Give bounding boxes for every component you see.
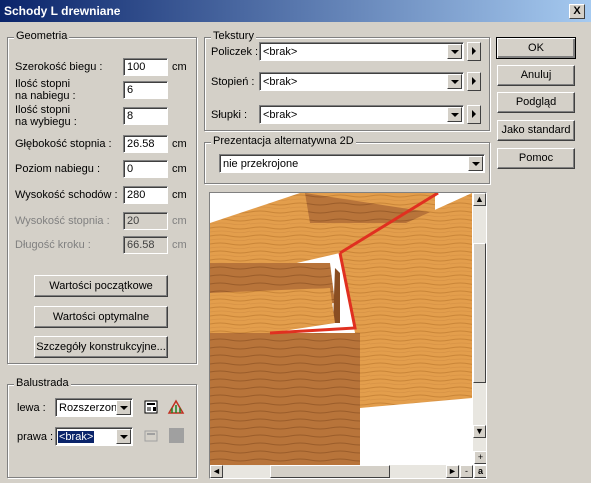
balustrada-left-label: lewa :	[17, 402, 46, 414]
texture-value: <brak>	[263, 76, 298, 88]
texture-value: <brak>	[263, 46, 298, 58]
cancel-button[interactable]: Anuluj	[497, 65, 575, 86]
railing-view-icon[interactable]	[167, 398, 185, 416]
tekstury-legend: Tekstury	[211, 30, 256, 42]
geometry-label: Ilość stopni na wybiegu :	[15, 104, 77, 128]
chevron-down-icon[interactable]	[468, 156, 483, 171]
unit-label: cm	[172, 215, 187, 227]
prezentacja-legend: Prezentacja alternatywna 2D	[211, 135, 356, 147]
balustrada-right-value: <brak>	[58, 431, 95, 443]
preview-horizontal-scrollbar[interactable]: ◄ ►	[210, 465, 466, 478]
chevron-down-icon[interactable]	[116, 400, 131, 415]
unit-label: cm	[172, 239, 187, 251]
geometry-value-field[interactable]: 26.58	[123, 135, 168, 153]
dialog-body: Geometria Wartości początkowe Wartości o…	[0, 22, 591, 483]
geometry-label: Długość kroku :	[15, 239, 91, 251]
zoom-in-button[interactable]: +	[474, 451, 486, 464]
chevron-down-icon[interactable]	[447, 107, 462, 122]
texture-select[interactable]: <brak>	[259, 72, 464, 91]
balustrada-right-label: prawa :	[17, 431, 54, 443]
geometry-value-field[interactable]: 8	[123, 107, 168, 125]
texture-value: <brak>	[263, 109, 298, 121]
geometry-value-field: 66.58	[123, 236, 168, 254]
railing-properties-disabled-icon	[144, 430, 158, 442]
vertical-scroll-thumb[interactable]	[473, 243, 486, 383]
geometry-value-field: 20	[123, 212, 168, 230]
zoom-fit-button[interactable]: a	[474, 465, 486, 478]
optimal-values-button[interactable]: Wartości optymalne	[34, 306, 168, 328]
geometry-label: Głębokość stopnia :	[15, 138, 112, 150]
scroll-right-button[interactable]: ►	[446, 465, 459, 478]
geometry-value-field[interactable]: 0	[123, 160, 168, 178]
balustrada-left-value: Rozszerzona	[59, 402, 117, 414]
set-as-standard-button[interactable]: Jako standard	[497, 120, 575, 141]
geometry-value-field[interactable]: 6	[123, 81, 168, 99]
preview-button[interactable]: Podgląd	[497, 92, 575, 113]
chevron-down-icon[interactable]	[116, 429, 131, 444]
railing-properties-icon[interactable]	[143, 398, 161, 416]
balustrada-right-select[interactable]: <brak>	[55, 427, 133, 446]
texture-select[interactable]: <brak>	[259, 105, 464, 124]
unit-label: cm	[172, 163, 187, 175]
geometry-label: Wysokość stopnia :	[15, 215, 110, 227]
unit-label: cm	[172, 61, 187, 73]
geometry-value-field[interactable]: 100	[123, 58, 168, 76]
chevron-down-icon[interactable]	[447, 44, 462, 59]
unit-label: cm	[172, 189, 187, 201]
geometry-label: Poziom nabiegu :	[15, 163, 100, 175]
ok-button[interactable]: OK	[496, 37, 576, 59]
geometry-label: Szerokość biegu :	[15, 61, 103, 73]
railing-view-disabled-icon	[169, 428, 184, 443]
geometria-legend: Geometria	[14, 30, 70, 42]
help-button[interactable]: Pomoc	[497, 148, 575, 169]
horizontal-scroll-thumb[interactable]	[270, 465, 390, 478]
geometry-label: Wysokość schodów :	[15, 189, 118, 201]
title-bar[interactable]: Schody L drewniane X	[0, 0, 591, 22]
zoom-out-button[interactable]: -	[460, 465, 473, 478]
texture-label: Słupki :	[211, 109, 248, 121]
construction-details-button[interactable]: Szczegóły konstrukcyjne...	[34, 336, 168, 358]
chevron-down-icon[interactable]	[447, 74, 462, 89]
initial-values-button[interactable]: Wartości początkowe	[34, 275, 168, 297]
texture-select[interactable]: <brak>	[259, 42, 464, 61]
texture-label: Stopień :	[211, 76, 255, 88]
stairs-3d-preview[interactable]: ▲ ▼ ◄ ► + - a	[209, 192, 487, 479]
window-title: Schody L drewniane	[4, 4, 121, 18]
texture-label: Policzek :	[211, 46, 259, 58]
unit-label: cm	[172, 138, 187, 150]
close-button[interactable]: X	[569, 4, 585, 19]
texture-browse-arrow-icon[interactable]	[467, 72, 481, 91]
preview-vertical-scrollbar[interactable]: ▲ ▼	[473, 193, 486, 451]
stairs-render	[210, 193, 472, 465]
scroll-up-button[interactable]: ▲	[473, 193, 486, 206]
texture-browse-arrow-icon[interactable]	[467, 105, 481, 124]
presentation-2d-select[interactable]: nie przekrojone	[219, 154, 485, 173]
balustrada-left-select[interactable]: Rozszerzona	[55, 398, 133, 417]
geometry-label: Ilość stopni na nabiegu :	[15, 78, 76, 102]
texture-browse-arrow-icon[interactable]	[467, 42, 481, 61]
geometry-value-field[interactable]: 280	[123, 186, 168, 204]
scroll-left-button[interactable]: ◄	[210, 465, 223, 478]
presentation-2d-value: nie przekrojone	[223, 158, 299, 170]
scroll-down-button[interactable]: ▼	[473, 425, 486, 438]
balustrada-legend: Balustrada	[14, 377, 71, 389]
